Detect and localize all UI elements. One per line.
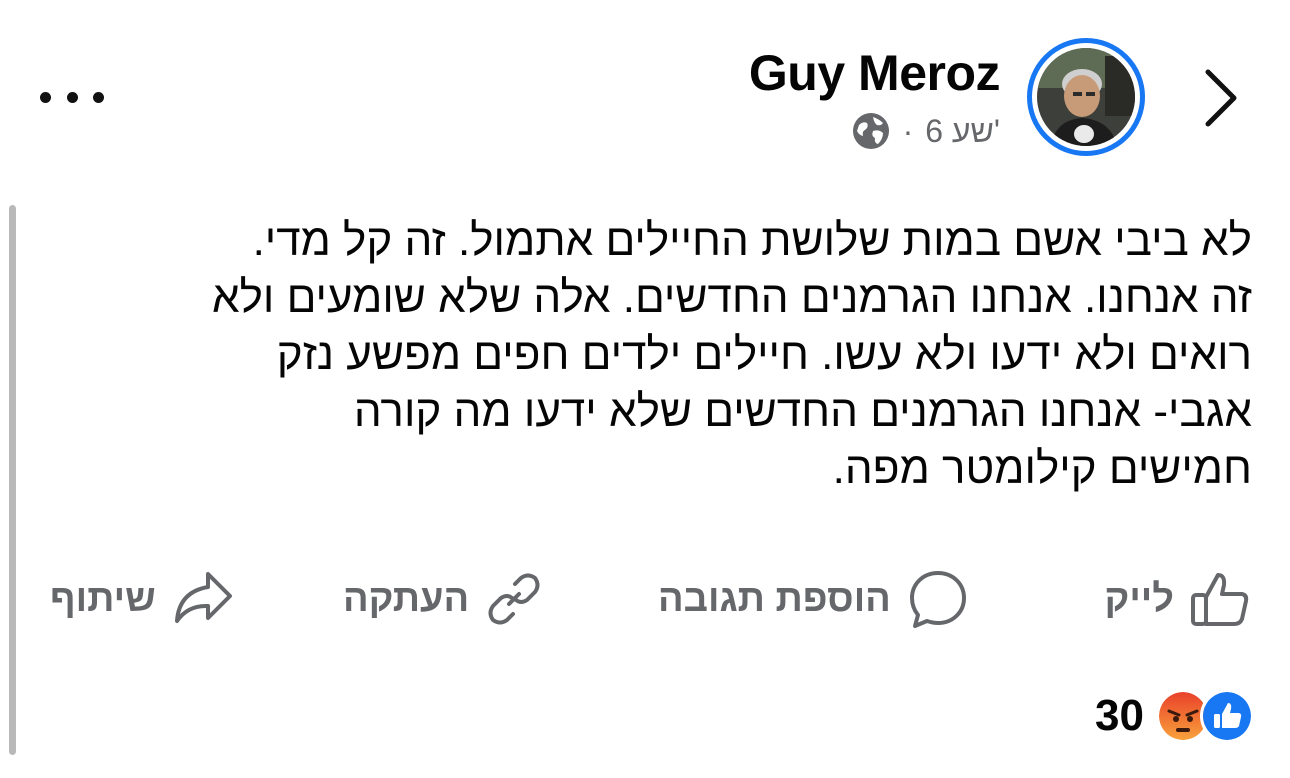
post-time[interactable]: 6 שע' [925,113,1000,150]
like-button[interactable]: לייק [1104,564,1250,634]
more-dot-icon [93,91,104,103]
post-actions-bar: לייק הוספת תגובה העתקה שיתוף [40,564,1250,634]
post-text-line: לא ביבי אשם במות שלושת החיילים אתמול. זה… [252,216,1252,265]
reactions-summary[interactable]: 30 [1095,689,1254,743]
like-reaction-icon [1200,689,1254,743]
comment-label: הוספת תגובה [658,577,891,620]
post-text-line: רואים ולא ידעו ולא עשו. חיילים ילדים חפי… [276,330,1252,379]
back-chevron-button[interactable] [1196,66,1246,130]
share-label: שיתוף [50,577,156,620]
copy-label: העתקה [343,577,470,620]
like-label: לייק [1104,577,1174,620]
share-arrow-icon [174,572,232,623]
post-body: לא ביבי אשם במות שלושת החיילים אתמול. זה… [32,212,1252,497]
chevron-right-icon [1205,69,1237,127]
post-meta: 6 שע' · [851,108,1000,154]
more-dot-icon [66,91,78,103]
copy-link-button[interactable]: העתקה [343,564,543,634]
post-text-line: חמישים קילומטר מפה. [832,444,1252,493]
share-button[interactable]: שיתוף [50,564,234,634]
globe-icon [852,113,889,149]
link-icon [488,573,540,625]
author-name[interactable]: Guy Meroz [749,44,1001,102]
more-options-button[interactable] [40,82,104,112]
more-dot-icon [40,91,51,103]
meta-separator: · [902,112,914,149]
author-avatar[interactable] [1027,38,1145,156]
reaction-count: 30 [1095,691,1144,740]
avatar-photo [1037,48,1135,146]
thumbs-up-icon [1191,573,1249,626]
add-comment-button[interactable]: הוספת תגובה [658,564,969,634]
post-text-line: זה אנחנו. אנחנו הגרמנים החדשים. אלה שלא … [211,273,1252,322]
post-text-line: אגבי- אנחנו הגרמנים החדשים שלא ידעו מה ק… [353,387,1252,436]
scrollbar[interactable] [9,205,16,755]
comment-bubble-icon [909,571,966,628]
